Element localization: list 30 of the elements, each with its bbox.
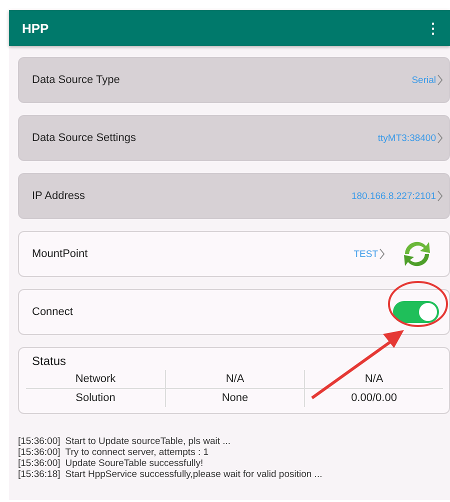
table-cell: None [165, 388, 304, 407]
settings-row[interactable]: MountPoint TEST [18, 231, 450, 277]
log-time: [15:36:00] [18, 458, 60, 469]
table-cell: N/A [165, 370, 304, 388]
connect-switch[interactable] [393, 301, 439, 323]
setting-label: Connect [32, 306, 74, 318]
status-title: Status [32, 354, 68, 368]
annotation-circle [388, 281, 448, 327]
setting-label: MountPoint [32, 248, 89, 260]
chevron-icon [437, 74, 443, 86]
settings-row[interactable]: Connect [18, 289, 450, 335]
app-title: HPP [22, 20, 49, 36]
log-time: [15:36:00] [18, 447, 60, 458]
table-cell: Solution [26, 388, 165, 407]
chevron-icon [379, 248, 385, 260]
log-time: [15:36:00] [18, 436, 60, 447]
log-message: Try to connect server, attempts : 1 [65, 447, 209, 458]
table-cell: 0.00/0.00 [304, 388, 443, 407]
setting-label: Data Source Type [32, 74, 121, 86]
log-message: Start HppService successfully,please wait for valid position ... [65, 469, 322, 480]
chevron-icon [437, 132, 443, 144]
log-message: Update SoureTable successfully! [65, 458, 204, 469]
table-cell-text: Network [74, 372, 117, 387]
setting-label: Data Source Settings [32, 132, 137, 144]
menu-button[interactable]: ⋮ [424, 20, 442, 36]
chevron-icon [437, 190, 443, 202]
setting-label: IP Address [32, 190, 86, 202]
log-time: [15:36:18] [18, 469, 60, 480]
log-message: Start to Update sourceTable, pls wait ... [65, 436, 231, 447]
table-cell: N/A [304, 370, 443, 388]
